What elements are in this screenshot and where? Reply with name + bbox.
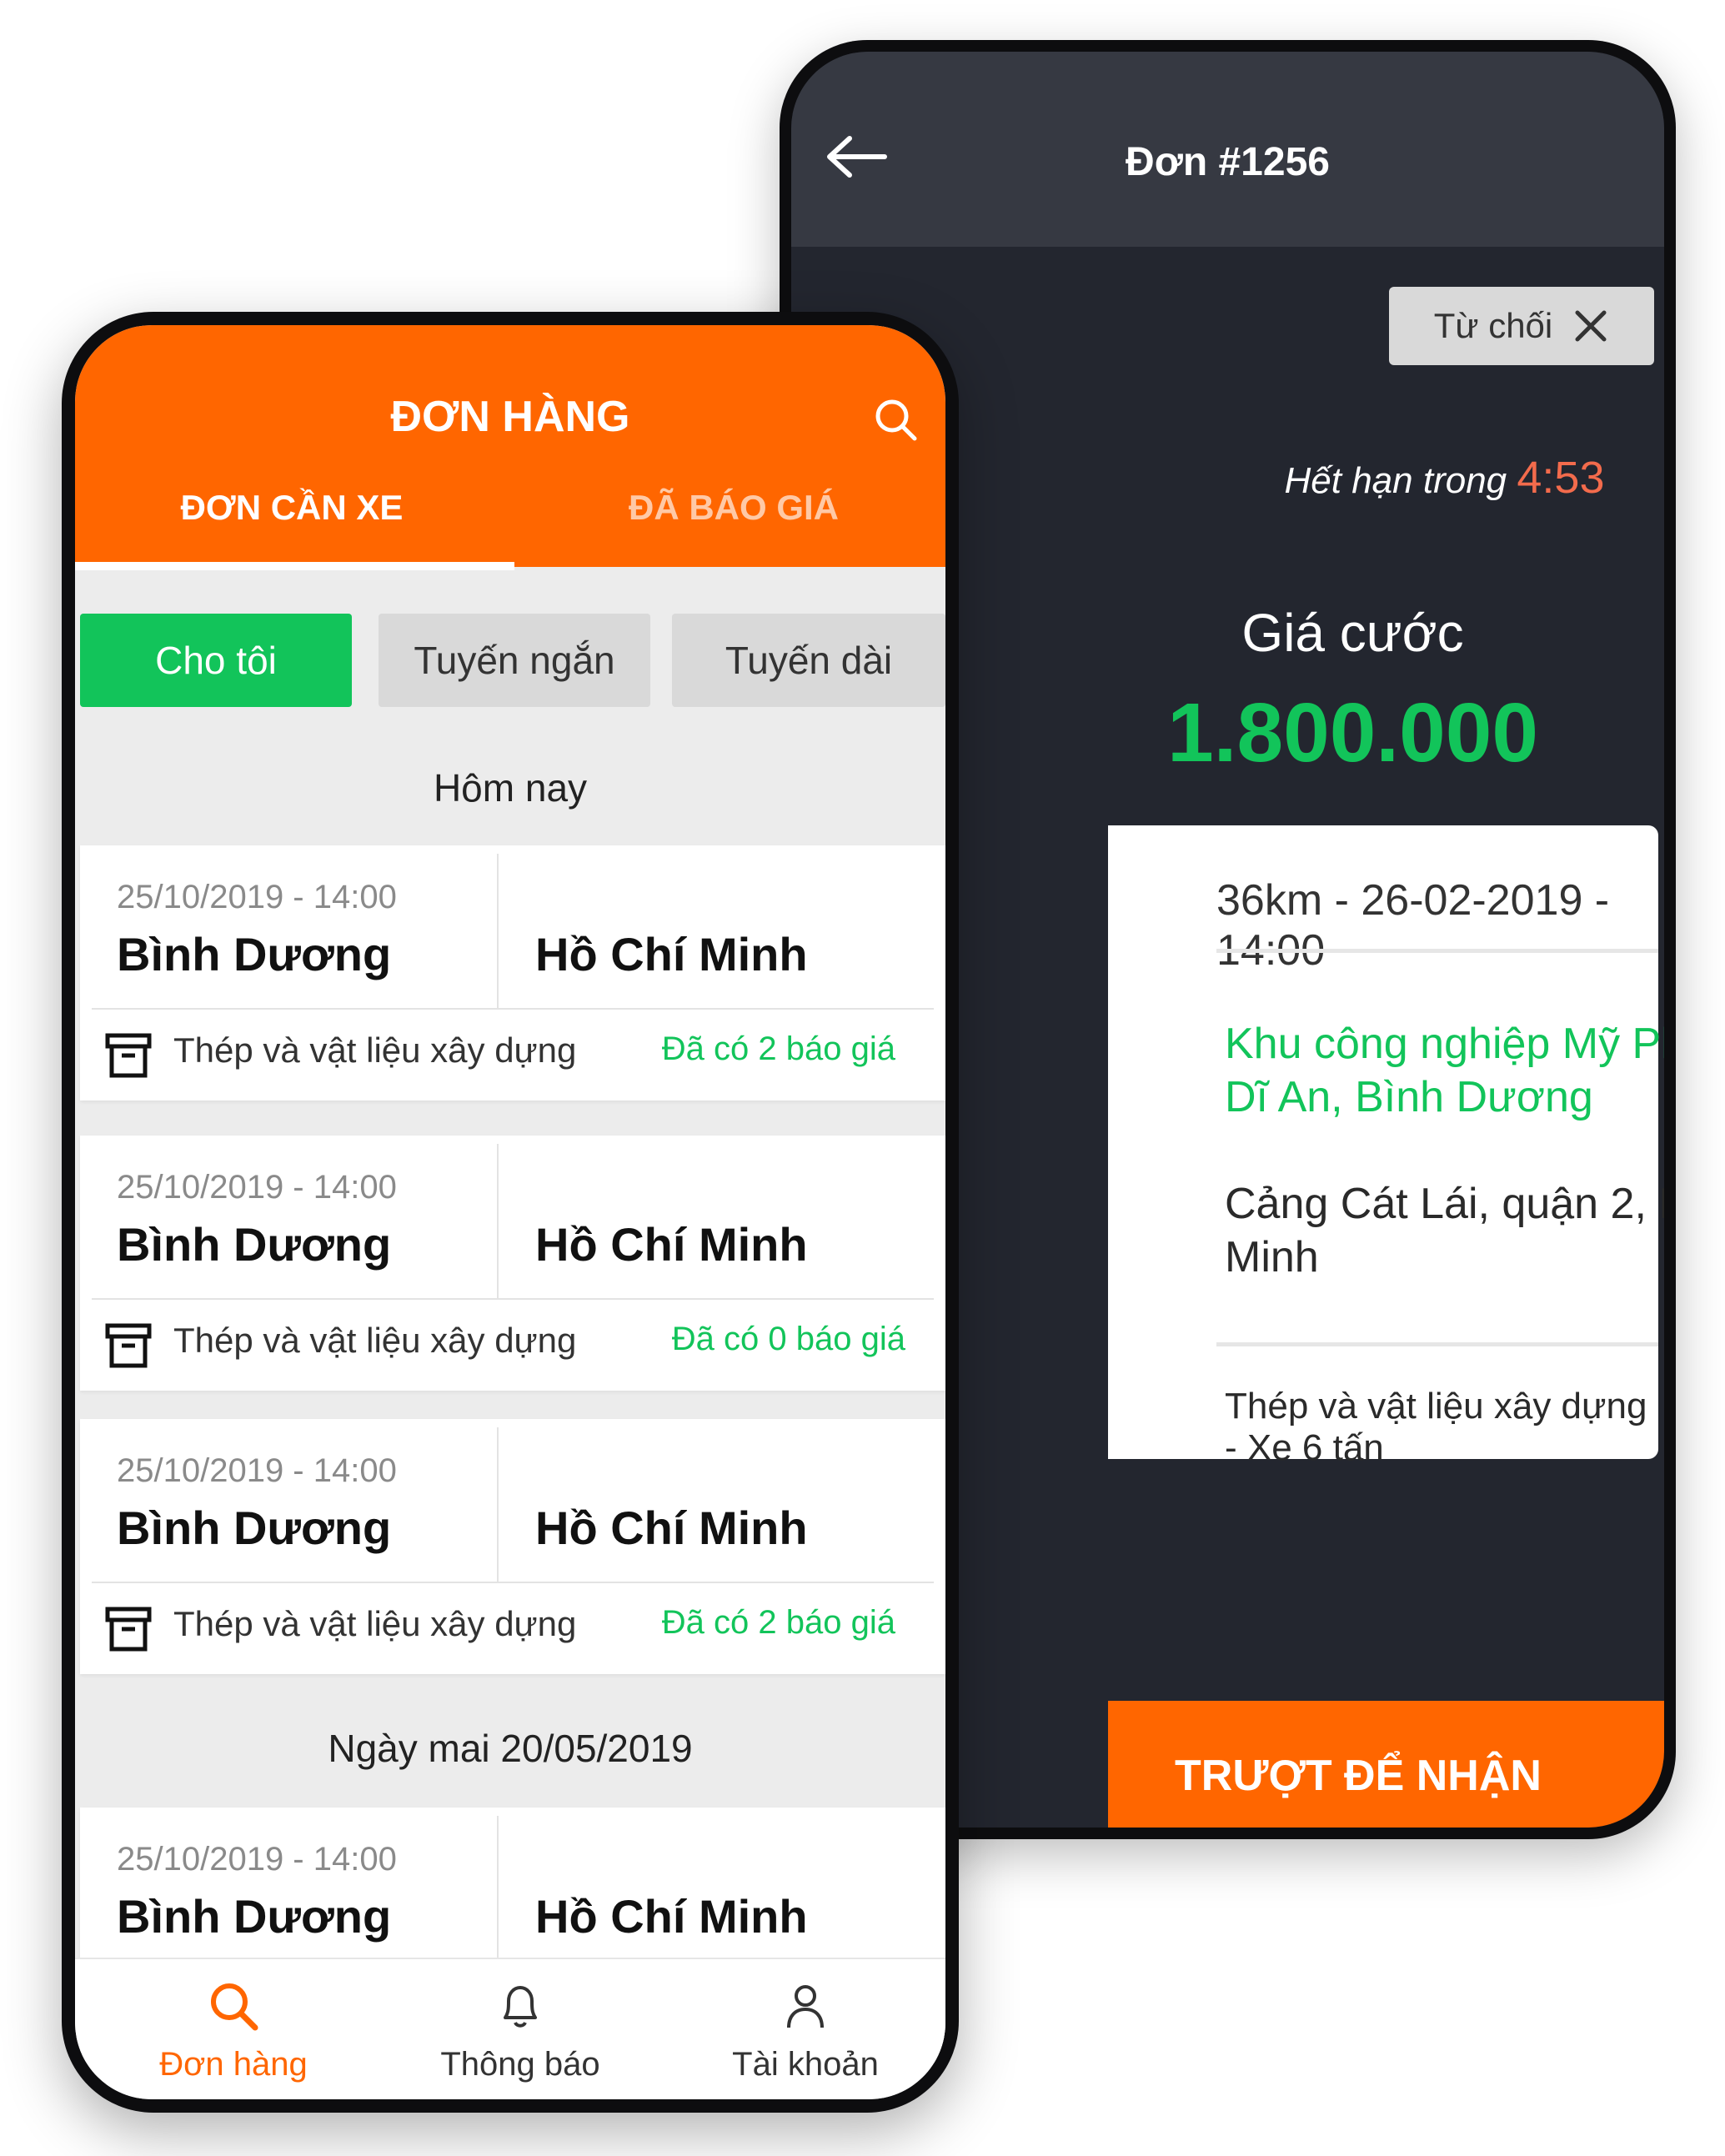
route-card: 36km - 26-02-2019 - 14:00 Khu công nghiệ… bbox=[1108, 825, 1664, 1468]
order-destination: Hồ Chí Minh bbox=[535, 928, 808, 980]
section-today: Hôm nay bbox=[433, 766, 588, 810]
divider bbox=[1216, 1342, 1658, 1346]
divider bbox=[92, 1582, 934, 1583]
bell-icon bbox=[504, 1986, 537, 2028]
section-tomorrow: Ngày mai 20/05/2019 bbox=[328, 1727, 693, 1770]
pickup-address: Khu công nghiệp Mỹ Phước A, Dĩ An, Bình … bbox=[1225, 1020, 1664, 1121]
order-list-phone: ĐƠN HÀNG ĐƠN CẦN XE ĐÃ BÁO GIÁ Cho tôi T… bbox=[62, 312, 959, 2113]
tab-indicator bbox=[75, 562, 514, 570]
dropoff-address: Cảng Cát Lái, quận 2, Hồ Chí Minh bbox=[1225, 1180, 1664, 1281]
order-list-screen: ĐƠN HÀNG ĐƠN CẦN XE ĐÃ BÁO GIÁ Cho tôi T… bbox=[75, 325, 945, 2099]
order-card[interactable]: 25/10/2019 - 14:00 Bình Dương Hồ Chí Min… bbox=[80, 1136, 945, 1391]
divider bbox=[497, 1816, 499, 1970]
user-icon bbox=[787, 1985, 824, 2028]
reject-label: Từ chối bbox=[1433, 306, 1553, 345]
nav-label: Tài khoản bbox=[732, 2046, 879, 2083]
slide-label: TRƯỢT ĐỂ NHẬN bbox=[1175, 1752, 1542, 1800]
tab-orders-need-truck[interactable]: ĐƠN CẦN XE bbox=[75, 488, 509, 528]
reject-button[interactable]: Từ chối bbox=[1389, 287, 1654, 365]
order-destination: Hồ Chí Minh bbox=[535, 1218, 808, 1271]
order-origin: Bình Dương bbox=[117, 1502, 392, 1554]
cargo-info: Thép và vật liệu xây dựng - Xe 6 tấn bbox=[1225, 1386, 1647, 1468]
divider bbox=[1216, 949, 1658, 953]
order-quote-count: Đã có 2 báo giá bbox=[661, 1030, 895, 1067]
order-cargo: Thép và vật liệu xây dựng bbox=[173, 1030, 577, 1070]
nav-notifications[interactable]: Thông báo bbox=[395, 1959, 645, 2099]
nav-account[interactable]: Tài khoản bbox=[680, 1959, 930, 2099]
route-meta: 36km - 26-02-2019 - 14:00 bbox=[1216, 876, 1610, 975]
order-cargo: Thép và vật liệu xây dựng bbox=[173, 1321, 577, 1360]
order-date: 25/10/2019 - 14:00 bbox=[117, 1169, 397, 1206]
fare-label: Giá cước bbox=[1241, 603, 1464, 663]
search-icon[interactable] bbox=[872, 396, 919, 443]
expire-prefix: Hết hạn trong bbox=[1284, 460, 1507, 501]
order-origin: Bình Dương bbox=[117, 928, 392, 980]
order-quote-count: Đã có 2 báo giá bbox=[661, 1604, 895, 1641]
tab-quoted[interactable]: ĐÃ BÁO GIÁ bbox=[517, 488, 945, 528]
order-origin: Bình Dương bbox=[117, 1890, 392, 1943]
detail-header: Đơn #1256 bbox=[791, 52, 1664, 247]
nav-label: Đơn hàng bbox=[159, 2046, 308, 2083]
bottom-nav: Đơn hàng Thông báo Tài khoản bbox=[75, 1958, 945, 2099]
archive-box-icon bbox=[105, 1033, 152, 1078]
order-date: 25/10/2019 - 14:00 bbox=[117, 1452, 397, 1489]
order-origin: Bình Dương bbox=[117, 1218, 392, 1271]
nav-label: Thông báo bbox=[440, 2046, 600, 2083]
detail-title: Đơn #1256 bbox=[1126, 140, 1330, 184]
order-card[interactable]: 25/10/2019 - 14:00 Bình Dương Hồ Chí Min… bbox=[80, 1419, 945, 1674]
search-icon bbox=[211, 1983, 258, 2031]
order-destination: Hồ Chí Minh bbox=[535, 1502, 808, 1554]
divider bbox=[92, 1008, 934, 1010]
divider bbox=[92, 1298, 934, 1300]
order-date: 25/10/2019 - 14:00 bbox=[117, 1841, 397, 1878]
order-cargo: Thép và vật liệu xây dựng bbox=[173, 1604, 577, 1643]
filter-short-route[interactable]: Tuyến ngắn bbox=[379, 614, 650, 707]
divider bbox=[497, 1427, 499, 1582]
archive-box-icon bbox=[105, 1607, 152, 1652]
filter-long-route[interactable]: Tuyến dài bbox=[672, 614, 945, 707]
order-date: 25/10/2019 - 14:00 bbox=[117, 879, 397, 915]
nav-orders[interactable]: Đơn hàng bbox=[108, 1959, 359, 2099]
close-icon bbox=[1575, 310, 1607, 342]
divider bbox=[497, 854, 499, 1008]
order-quote-count: Đã có 0 báo giá bbox=[671, 1321, 905, 1357]
divider bbox=[497, 1144, 499, 1298]
archive-box-icon bbox=[105, 1323, 152, 1368]
slide-to-accept[interactable]: TRƯỢT ĐỂ NHẬN bbox=[1108, 1701, 1664, 1828]
expire-time: 4:53 bbox=[1517, 453, 1605, 503]
order-destination: Hồ Chí Minh bbox=[535, 1890, 808, 1943]
filter-for-me[interactable]: Cho tôi bbox=[80, 614, 352, 707]
page-title: ĐƠN HÀNG bbox=[390, 393, 630, 441]
list-header: ĐƠN HÀNG ĐƠN CẦN XE ĐÃ BÁO GIÁ bbox=[75, 325, 945, 570]
order-card[interactable]: 25/10/2019 - 14:00 Bình Dương Hồ Chí Min… bbox=[80, 845, 945, 1101]
fare-value: 1.800.000 bbox=[1167, 686, 1538, 780]
